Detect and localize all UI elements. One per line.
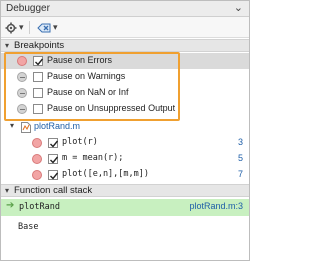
breakpoint-code: plot([e,n],[m,m]) [62,169,149,179]
file-name: plotRand.m [34,121,81,131]
panel-menu-icon[interactable]: ⌄ [234,1,243,14]
breakpoint-line-number[interactable]: 5 [238,153,243,163]
breakpoint-checkbox[interactable] [48,154,59,164]
breakpoint-file-row[interactable]: ▾ plotRand.m [1,119,249,135]
breakpoint-checkbox[interactable] [48,138,59,148]
breakpoint-line-row[interactable]: m = mean(r); 5 [1,151,249,167]
call-stack-header-label: Function call stack [14,185,93,196]
breakpoint-actions-button[interactable]: ▾ [37,20,58,35]
breakpoint-code: plot(r) [62,137,98,147]
panel-title: Debugger [6,3,50,14]
current-frame-arrow-icon: ➔ [6,200,15,211]
toolbar: ▾ ▾ [1,17,249,38]
breakpoint-line-number[interactable]: 7 [238,169,243,179]
call-stack-frame-location[interactable]: plotRand.m:3 [189,201,243,211]
call-stack-frame-name: plotRand [19,202,60,212]
settings-dropdown-icon: ▾ [19,22,24,32]
breakpoint-enabled-icon[interactable] [32,138,42,148]
highlight-box [4,52,180,121]
expand-icon: ▾ [10,121,15,130]
breakpoints-header-label: Breakpoints [14,40,65,51]
title-bar: Debugger ⌄ [1,1,249,17]
call-stack-frame-current[interactable]: ➔ plotRand plotRand.m:3 [1,199,249,216]
gear-icon [5,22,17,33]
collapse-icon: ▾ [5,41,10,50]
breakpoint-clear-icon [37,23,51,32]
call-stack-section-header[interactable]: ▾ Function call stack [1,184,249,197]
call-stack-frame-base[interactable]: Base [18,222,38,232]
breakpoint-line-row[interactable]: plot([e,n],[m,m]) 7 [1,167,249,183]
matlab-file-icon [21,122,31,133]
breakpoint-line-number[interactable]: 3 [238,137,243,147]
settings-button[interactable]: ▾ [5,20,24,35]
breakpoint-checkbox[interactable] [48,170,59,180]
breakpoint-enabled-icon[interactable] [32,154,42,164]
toolbar-separator [29,21,30,34]
breakpoint-dropdown-icon: ▾ [53,22,58,32]
collapse-icon: ▾ [5,186,10,195]
breakpoint-code: m = mean(r); [62,153,124,163]
breakpoints-section-header[interactable]: ▾ Breakpoints [1,39,249,52]
breakpoint-line-row[interactable]: plot(r) 3 [1,135,249,151]
breakpoint-enabled-icon[interactable] [32,170,42,180]
